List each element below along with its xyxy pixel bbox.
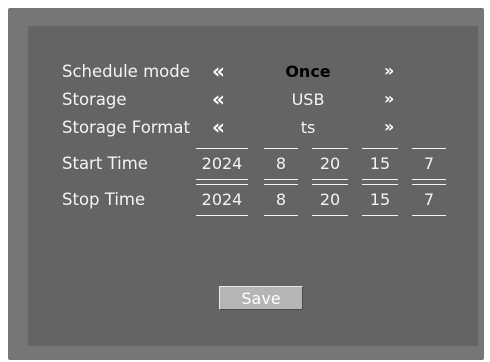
start-hour-field[interactable]: 15 <box>362 148 398 180</box>
double-chevron-left-icon[interactable]: « <box>212 87 225 111</box>
start-time-label: Start Time <box>62 154 148 173</box>
stop-year-field[interactable]: 2024 <box>196 184 248 216</box>
dialog-frame: Schedule mode « Once » Storage « USB » S… <box>8 8 484 360</box>
save-button[interactable]: Save <box>219 286 303 310</box>
schedule-mode-label: Schedule mode <box>62 62 190 81</box>
schedule-mode-value[interactable]: Once <box>238 60 378 84</box>
stop-time-label: Stop Time <box>62 190 146 209</box>
start-minute-field[interactable]: 7 <box>412 148 446 180</box>
schedule-mode-row: Schedule mode « Once » <box>28 59 478 84</box>
start-day-field[interactable]: 20 <box>312 148 348 180</box>
storage-format-label: Storage Format <box>62 118 190 137</box>
schedule-panel: Schedule mode « Once » Storage « USB » S… <box>28 26 478 346</box>
double-chevron-left-icon[interactable]: « <box>212 115 225 139</box>
stop-time-row: Stop Time 2024 8 20 15 7 <box>28 184 478 216</box>
storage-format-value[interactable]: ts <box>238 116 378 140</box>
start-month-field[interactable]: 8 <box>264 148 298 180</box>
double-chevron-right-icon[interactable]: » <box>384 87 394 111</box>
stop-month-field[interactable]: 8 <box>264 184 298 216</box>
storage-row: Storage « USB » <box>28 87 478 112</box>
storage-label: Storage <box>62 90 127 109</box>
stop-hour-field[interactable]: 15 <box>362 184 398 216</box>
storage-format-row: Storage Format « ts » <box>28 115 478 140</box>
stop-minute-field[interactable]: 7 <box>412 184 446 216</box>
double-chevron-left-icon[interactable]: « <box>212 59 225 83</box>
start-year-field[interactable]: 2024 <box>196 148 248 180</box>
start-time-row: Start Time 2024 8 20 15 7 <box>28 148 478 180</box>
stop-day-field[interactable]: 20 <box>312 184 348 216</box>
storage-value[interactable]: USB <box>238 88 378 112</box>
double-chevron-right-icon[interactable]: » <box>384 59 394 83</box>
double-chevron-right-icon[interactable]: » <box>384 115 394 139</box>
